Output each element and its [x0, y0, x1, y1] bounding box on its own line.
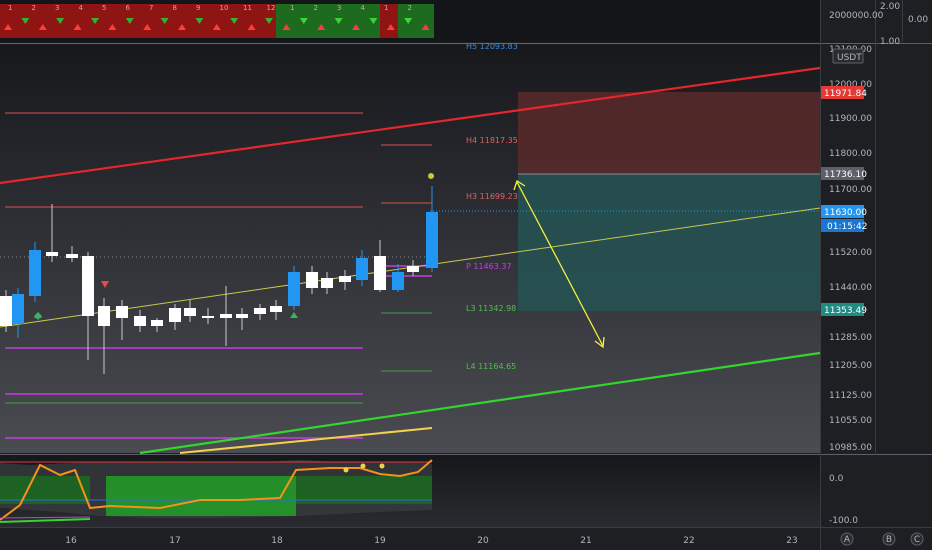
signal-counter: 4	[79, 4, 84, 12]
take-profit-zone[interactable]	[518, 174, 820, 311]
oscillator-tick: 0.0	[829, 474, 844, 484]
bullish-candle[interactable]	[392, 272, 404, 290]
top-axis-tick: 2000000.00	[829, 11, 884, 21]
bearish-candle[interactable]	[98, 306, 110, 326]
bearish-candle[interactable]	[151, 320, 163, 326]
bearish-candle[interactable]	[116, 306, 128, 318]
log-scale-label: B	[886, 535, 892, 545]
price-tick: 11285.00	[829, 333, 872, 343]
signal-counter: 12	[267, 4, 276, 12]
bearish-candle[interactable]	[220, 314, 232, 318]
signal-counter: 7	[149, 4, 153, 12]
price-tick: 11125.00	[829, 391, 872, 401]
divergence-dot	[360, 463, 366, 469]
signal-counter: 3	[337, 4, 341, 12]
signal-counter: 1	[290, 4, 294, 12]
top-right-tick: 1.00	[880, 37, 900, 47]
bullish-candle[interactable]	[288, 272, 300, 306]
countdown-text: 01:15:42	[827, 222, 867, 232]
pivot-label-h5: H5 12093.83	[466, 42, 518, 51]
entry-price-text: 11736.10	[824, 170, 867, 180]
price-tick: 11700.00	[829, 185, 872, 195]
auto-scale-label: A	[844, 535, 851, 545]
signal-counter: 2	[314, 4, 318, 12]
bullish-candle[interactable]	[29, 250, 41, 296]
pivot-label-l3: L3 11342.98	[466, 304, 516, 313]
price-tick: 11900.00	[829, 114, 872, 124]
bearish-candle[interactable]	[82, 256, 94, 316]
time-label: 18	[271, 536, 283, 546]
top-right-tick: 2.00	[880, 2, 900, 12]
red-signal-zone-2	[380, 4, 398, 38]
price-tick: 11520.00	[829, 248, 872, 258]
bearish-candle[interactable]	[306, 272, 318, 288]
divergence-dot	[343, 467, 349, 473]
bullish-candle[interactable]	[12, 294, 24, 324]
signal-counter: 10	[220, 4, 229, 12]
green-signal-zone-2	[398, 4, 434, 38]
bullish-candle[interactable]	[426, 212, 438, 268]
bearish-candle[interactable]	[46, 252, 58, 256]
bearish-candle[interactable]	[0, 296, 12, 326]
bearish-candle[interactable]	[321, 278, 333, 288]
current-price-text: 11630.00	[824, 208, 867, 218]
bearish-candle[interactable]	[407, 266, 419, 272]
sl-price-text: 11971.84	[824, 89, 867, 99]
time-label: 22	[683, 536, 694, 546]
signal-counter: 4	[361, 4, 366, 12]
tp-price-text: 11353.49	[824, 306, 867, 316]
signal-counter: 2	[408, 4, 412, 12]
signal-counter: 2	[32, 4, 36, 12]
bearish-candle[interactable]	[270, 306, 282, 312]
bearish-candle[interactable]	[184, 308, 196, 316]
far-right-tick: 0.00	[908, 15, 928, 25]
pivot-label-l4: L4 11164.65	[466, 362, 516, 371]
signal-counter: 6	[126, 4, 131, 12]
time-label: 17	[169, 536, 180, 546]
time-label: 19	[374, 536, 386, 546]
percent-scale-label: C	[914, 535, 920, 545]
oscillator-tick: -100.0	[829, 516, 858, 526]
currency-label: USDT	[837, 53, 862, 63]
bearish-candle[interactable]	[202, 316, 214, 318]
signal-counter: 9	[196, 4, 200, 12]
price-tick: 11440.00	[829, 283, 872, 293]
trading-chart[interactable]: 1 2 3 4 5 6 7 8 9 10 11 12 1 2 3 4 1 2 2000000.00 2.00 1.…	[0, 0, 932, 550]
signal-counter: 1	[8, 4, 12, 12]
price-tick: 11800.00	[829, 149, 872, 159]
price-tick: 11055.00	[829, 416, 872, 426]
price-tick: 11205.00	[829, 361, 872, 371]
signal-counter: 3	[55, 4, 59, 12]
oscillator-bright-zone	[106, 476, 296, 516]
bearish-candle[interactable]	[254, 308, 266, 314]
bearish-candle[interactable]	[236, 314, 248, 318]
bearish-candle[interactable]	[339, 276, 351, 282]
time-label: 20	[477, 536, 489, 546]
time-label: 23	[786, 536, 797, 546]
bearish-candle[interactable]	[374, 256, 386, 290]
pivot-label-h3: H3 11699.23	[466, 192, 518, 201]
bearish-candle[interactable]	[134, 316, 146, 326]
price-tick: 10985.00	[829, 443, 872, 453]
time-label: 21	[580, 536, 591, 546]
signal-counter: 1	[384, 4, 388, 12]
top-signal-panel: 1 2 3 4 5 6 7 8 9 10 11 12 1 2 3 4 1 2	[0, 4, 434, 38]
bearish-candle[interactable]	[169, 308, 181, 322]
divergence-dot	[379, 463, 385, 469]
bearish-candle[interactable]	[66, 254, 78, 258]
pivot-label-h4: H4 11817.35	[466, 136, 518, 145]
time-label: 16	[65, 536, 77, 546]
signal-counter: 11	[243, 4, 252, 12]
pivot-label-p: P 11463.37	[466, 262, 512, 271]
signal-counter: 5	[102, 4, 106, 12]
bullish-candle[interactable]	[356, 258, 368, 280]
signal-counter: 8	[173, 4, 177, 12]
alert-dot-icon	[428, 173, 434, 179]
